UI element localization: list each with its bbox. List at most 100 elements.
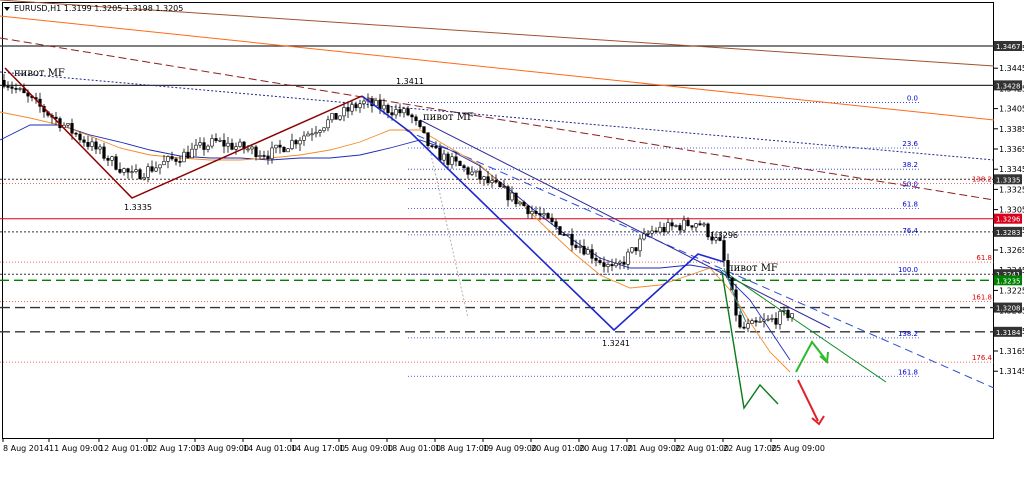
candle-body xyxy=(158,164,162,169)
price-tag-label: 1.3467 xyxy=(996,43,1021,51)
candle-body xyxy=(650,230,654,234)
candle-body xyxy=(502,186,506,188)
candle-body xyxy=(426,132,430,146)
candle-body xyxy=(190,148,194,159)
candle-body xyxy=(166,156,170,162)
candle-body xyxy=(458,160,462,166)
chart-header: EURUSD,H1 1.3199 1.3205 1.3198 1.3205 xyxy=(4,4,183,13)
candle-body xyxy=(490,180,494,183)
x-tick-label: 19 Aug 09:00 xyxy=(483,444,537,453)
candle-body xyxy=(110,156,114,161)
candle-body xyxy=(782,309,786,312)
candle-body xyxy=(766,318,770,321)
candle-body xyxy=(390,112,394,116)
candle-body xyxy=(482,176,486,180)
x-tick-label: 12 Aug 01:00 xyxy=(99,444,153,453)
candle-body xyxy=(418,120,422,127)
candle-body xyxy=(266,155,270,160)
chart-background xyxy=(0,0,1024,482)
candle-body xyxy=(358,103,362,109)
candle-body xyxy=(102,146,106,159)
x-tick-label: 8 Aug 2014 xyxy=(3,444,49,453)
candle-body xyxy=(534,211,538,214)
candle-body xyxy=(90,141,94,147)
candle-body xyxy=(410,114,414,118)
x-tick-label: 13 Aug 09:00 xyxy=(195,444,249,453)
candle-body xyxy=(338,115,342,120)
candle-body xyxy=(86,142,90,147)
candle-body xyxy=(670,222,674,227)
candle-body xyxy=(218,140,222,142)
candle-body xyxy=(298,140,302,145)
candle-body xyxy=(114,156,118,170)
fib-level-label: 161.8 xyxy=(898,368,918,376)
candle-body xyxy=(498,181,502,188)
fib-level-label: 76.4 xyxy=(902,227,918,235)
candle-body xyxy=(350,104,354,112)
fib-level-label: 100.0 xyxy=(898,266,918,274)
candle-body xyxy=(306,133,310,137)
x-tick-label: 15 Aug 09:00 xyxy=(339,444,393,453)
y-tick-label: 1.3345 xyxy=(999,165,1024,174)
pivot-annotation-2: пивот MF xyxy=(423,112,474,123)
candle-body xyxy=(226,142,230,147)
x-tick-label: 20 Aug 01:00 xyxy=(531,444,585,453)
price-tag-label: 1.3296 xyxy=(996,216,1021,224)
candle-body xyxy=(238,141,242,147)
candle-body xyxy=(622,261,626,265)
candle-body xyxy=(538,213,542,216)
fib-level-label: 0.0 xyxy=(907,95,918,103)
candle-body xyxy=(82,139,86,143)
price-tag-label: 1.3208 xyxy=(996,305,1021,313)
candle-body xyxy=(270,147,274,160)
x-tick-label: 11 Aug 09:00 xyxy=(49,444,103,453)
candle-body xyxy=(526,205,530,215)
candle-body xyxy=(654,230,658,233)
price-tag-label: 1.3235 xyxy=(996,277,1021,285)
y-tick-label: 1.3265 xyxy=(999,246,1024,255)
candle-body xyxy=(510,192,514,201)
candle-body xyxy=(10,86,14,89)
candle-body xyxy=(646,232,650,235)
candle-body xyxy=(446,153,450,165)
candle-body xyxy=(234,146,238,150)
candle-body xyxy=(486,176,490,183)
fib-level-label: 23.6 xyxy=(902,140,918,148)
candle-body xyxy=(662,226,666,233)
x-tick-label: 18 Aug 17:00 xyxy=(435,444,489,453)
candle-body xyxy=(230,142,234,150)
candle-body xyxy=(282,146,286,153)
candle-body xyxy=(546,213,550,219)
y-tick-label: 1.3365 xyxy=(999,145,1024,154)
pivot-annotation-1: пивот MF xyxy=(14,68,65,79)
candle-body xyxy=(98,146,102,150)
candle-body xyxy=(606,264,610,267)
candle-body xyxy=(582,246,586,255)
candle-body xyxy=(758,321,762,323)
candle-body xyxy=(742,326,746,329)
candle-body xyxy=(638,238,642,252)
candle-body xyxy=(442,153,446,161)
swing-label-4: 1.3241 xyxy=(602,339,630,348)
y-tick-label: 1.3145 xyxy=(999,367,1024,376)
candle-body xyxy=(382,104,386,110)
candle-body xyxy=(130,171,134,173)
candle-body xyxy=(658,226,662,233)
candle-body xyxy=(150,166,154,172)
candle-body xyxy=(750,320,754,324)
candle-body xyxy=(342,107,346,117)
candle-body xyxy=(398,109,402,114)
fib-ext-label: 161.8 xyxy=(972,294,992,302)
candle-body xyxy=(630,247,634,253)
candle-body xyxy=(198,142,202,146)
candle-body xyxy=(330,113,334,121)
candle-body xyxy=(522,201,526,207)
candle-body xyxy=(334,113,338,120)
candle-body xyxy=(2,80,6,87)
candle-body xyxy=(570,233,574,246)
candle-body xyxy=(18,88,22,90)
candle-body xyxy=(118,169,122,173)
candle-body xyxy=(466,167,470,175)
candle-body xyxy=(610,264,614,267)
x-tick-label: 14 Aug 01:00 xyxy=(243,444,297,453)
